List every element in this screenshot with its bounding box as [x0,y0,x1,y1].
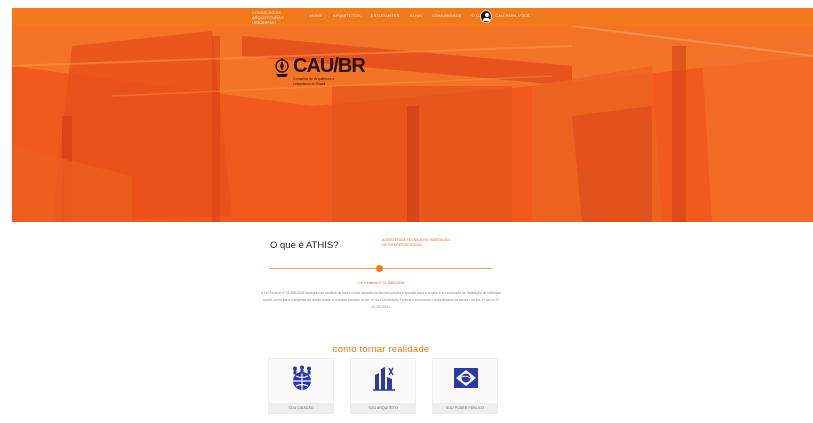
card-poder-publico-label: SOU PODER PÚBLICO [433,403,497,413]
nav-home[interactable]: HOME [310,13,323,18]
logo-title: CAU/BR [293,55,366,77]
public-power-flag-icon [453,365,479,391]
role-cards: SOU CIDADÃO SOU ARQUITETO SOU PODER PÚBL… [268,358,498,418]
card-cidadao[interactable]: SOU CIDADÃO [268,358,334,414]
cau-logo[interactable]: CAU/BR Conselho de Arquitetura e Urbanis… [274,55,366,86]
nav-brand[interactable]: CONSELHO DE ARQUITETURA E URBANISMO [252,10,292,25]
card-cidadao-label: SOU CIDADÃO [269,403,333,413]
about-title: O que é ATHIS? [270,240,339,251]
hero-background-image [12,26,813,222]
card-arquiteto-label: SOU ARQUITETO [351,403,415,413]
people-globe-icon [289,365,315,391]
card-arquiteto[interactable]: SOU ARQUITETO [350,358,416,414]
nav-athis[interactable]: ATHIS [410,13,422,18]
section-title: como tornar realidade [332,344,430,355]
architect-building-icon [371,365,397,391]
coat-of-arms-icon [274,58,290,78]
top-navbar: CONSELHO DE ARQUITETURA E URBANISMO HOME… [12,8,813,26]
nav-cau-para-voce[interactable]: CAU PARA VOCÊ [495,13,530,18]
hero-banner: CAU/BR Conselho de Arquitetura e Urbanis… [12,26,813,222]
law-reference[interactable]: Lei Federal nº 11.888/2008 [270,281,492,285]
about-body-text: A Lei Federal nº 11.888/2008 assegura às… [261,291,501,309]
user-icon[interactable] [480,10,492,23]
card-poder-publico[interactable]: SOU PODER PÚBLICO [432,358,498,414]
page-frame: CONSELHO DE ARQUITETURA E URBANISMO HOME… [12,8,813,423]
nav-links: HOME ARQUITETOS ESTUDANTES ATHIS COMUNID… [310,13,530,18]
nav-arquitetos[interactable]: ARQUITETOS [333,13,361,18]
logo-text: CAU/BR Conselho de Arquitetura e Urbanis… [293,55,366,86]
about-side-note: ASSISTÊNCIA TÉCNICA EM HABITAÇÃO DE INTE… [382,238,450,247]
nav-comunidade[interactable]: COMUNIDADE [432,13,461,18]
divider-dot [376,265,383,272]
logo-subtitle: Conselho de Arquitetura e Urbanismo do B… [293,77,335,86]
nav-estudantes[interactable]: ESTUDANTES [371,13,400,18]
